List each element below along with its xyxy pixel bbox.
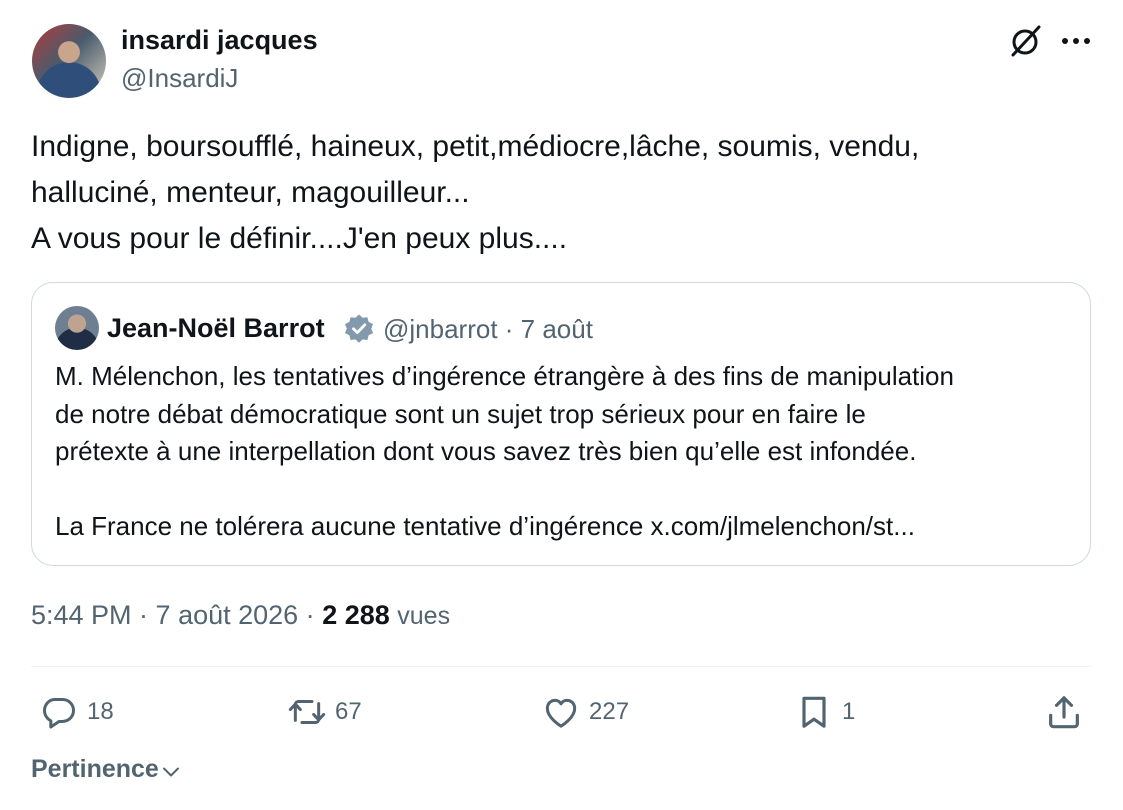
reply-button[interactable]: 18 (39, 690, 114, 734)
views-label: vues (397, 602, 451, 630)
quoted-text-line: La France ne tolérera aucune tentative d… (55, 511, 915, 541)
quoted-text-line: de notre débat démocratique sont un suje… (55, 398, 866, 429)
quoted-text-line (55, 471, 1075, 509)
like-count: 227 (589, 698, 630, 725)
views-count: 2 288 (322, 600, 390, 630)
quoted-handle-date: @jnbarrot · 7 août (383, 314, 593, 344)
quoted-author-name: Jean-Noël Barrot (107, 313, 325, 343)
quoted-text-line: M. Mélenchon, les tentatives d’ingérence… (55, 361, 954, 391)
author-display-name[interactable]: insardi jacques (121, 25, 318, 56)
like-button[interactable]: 227 (541, 690, 629, 734)
more-icon[interactable] (1058, 22, 1094, 60)
author-avatar[interactable] (32, 24, 106, 98)
reply-icon (43, 698, 75, 729)
repost-icon (288, 700, 326, 724)
author-handle[interactable]: @InsardiJ (121, 63, 238, 94)
tweet-timestamp-row: 5:44 PM · 7 août 2026 · 2 288 vues (31, 600, 450, 631)
chevron-down-icon (162, 767, 179, 776)
bookmark-count: 1 (842, 698, 856, 725)
quoted-author-avatar (55, 306, 99, 350)
share-icon (1049, 696, 1079, 729)
tweet-text-line: A vous pour le définir....J'en peux plus… (31, 222, 568, 255)
quoted-tweet-card[interactable]: Jean-Noël Barrot @jnbarrot · 7 août M. M… (31, 282, 1091, 566)
quoted-text-line: prétexte à une interpellation dont vous … (55, 436, 917, 466)
tweet-text-line: halluciné, menteur, magouilleur... (31, 176, 470, 209)
bookmark-button[interactable]: 1 (794, 690, 855, 734)
quoted-tweet-text: M. Mélenchon, les tentatives d’ingérence… (55, 358, 1075, 546)
reply-sort-dropdown[interactable]: Pertinence (31, 755, 181, 784)
tweet-text: Indigne, boursoufflé, haineux, petit,méd… (31, 124, 1091, 262)
sort-label: Pertinence (31, 755, 159, 783)
verified-icon (345, 314, 373, 343)
reply-count: 18 (87, 698, 114, 725)
repost-button[interactable]: 67 (287, 690, 362, 734)
repost-count: 67 (335, 698, 362, 725)
grok-icon[interactable] (1006, 22, 1044, 60)
like-icon (545, 698, 577, 728)
tweet-text-line: Indigne, boursoufflé, haineux, petit,méd… (31, 130, 920, 163)
tweet-timestamp[interactable]: 5:44 PM · 7 août 2026 · (31, 600, 322, 630)
bookmark-icon (802, 696, 826, 728)
divider (31, 666, 1092, 667)
share-button[interactable] (1044, 690, 1084, 734)
